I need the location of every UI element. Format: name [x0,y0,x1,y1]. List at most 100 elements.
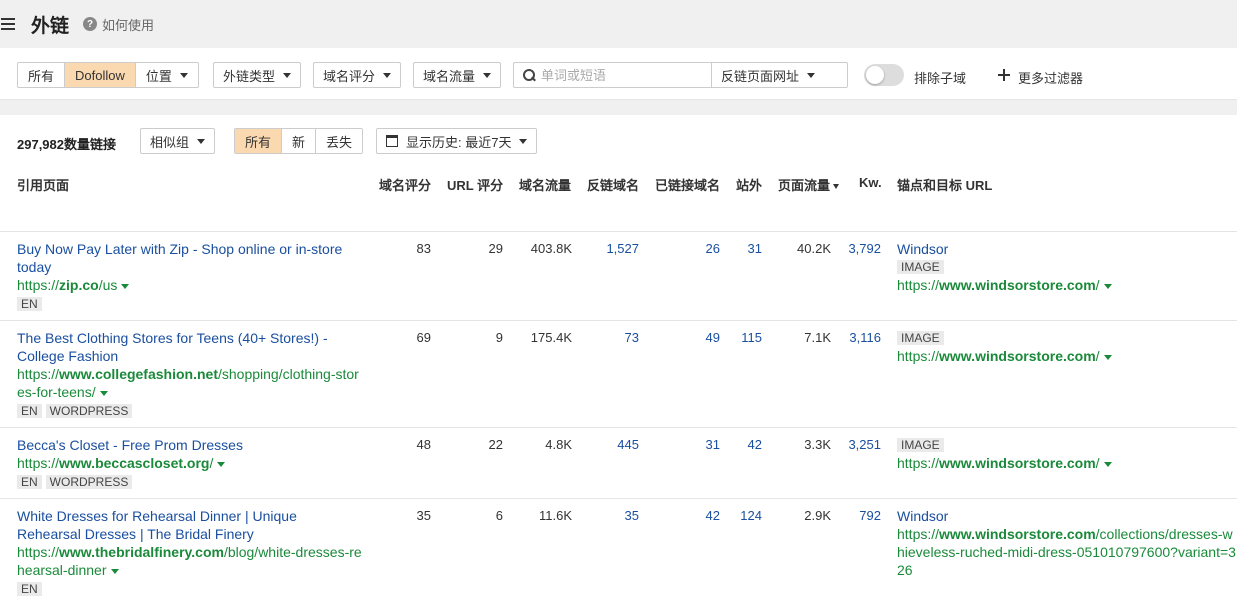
more-filters-button[interactable]: 更多过滤器 [1018,68,1083,87]
ur-value: 29 [488,241,503,256]
language-tag: EN [17,582,42,596]
kw-value[interactable]: 3,792 [840,240,881,258]
language-tag: EN [17,404,42,418]
ref-domains-value[interactable]: 1,527 [585,240,639,258]
url-domain: www.windsorstore.com [939,277,1096,293]
tab-state-lost[interactable]: 丢失 [316,129,363,153]
plus-icon[interactable] [998,69,1010,81]
domain-traffic-label: 域名流量 [423,68,476,84]
col-ur[interactable]: URL 评分 [447,175,503,194]
chevron-down-icon [283,72,292,78]
kw-value[interactable]: 3,251 [840,436,881,454]
chevron-down-icon[interactable] [121,283,130,289]
ur-value: 6 [495,508,503,523]
domain-traffic-value: 11.6K [538,508,572,523]
linked-domains-value[interactable]: 49 [660,329,720,347]
tab-state-all[interactable]: 所有 [235,129,283,153]
platform-tag: WORDPRESS [45,475,133,489]
col-domain-traffic[interactable]: 域名流量 [519,175,571,194]
ref-domains-value[interactable]: 35 [585,507,639,525]
target-url[interactable]: https://www.windsorstore.com/collections… [897,525,1237,579]
image-tag: IMAGE [897,260,944,274]
chevron-down-icon [179,72,188,78]
col-page-traffic[interactable]: 页面流量 [778,175,840,194]
domain-traffic-dropdown[interactable]: 域名流量 [413,62,502,88]
chevron-down-icon[interactable] [1103,461,1112,467]
ref-page-title[interactable]: Becca's Closet - Free Prom Dresses [17,436,362,454]
ref-page-cell: Becca's Closet - Free Prom Dresses https… [17,436,362,491]
ref-page-url[interactable]: https://www.collegefashion.net/shopping/… [17,365,362,401]
col-anchor[interactable]: 锚点和目标 URL [897,175,992,194]
url-domain: www.thebridalfinery.com [59,544,224,560]
linked-domains-value[interactable]: 31 [660,436,720,454]
dr-dropdown[interactable]: 域名评分 [313,62,402,88]
tab-dofollow[interactable]: Dofollow [65,63,136,87]
chevron-down-icon[interactable] [1103,283,1112,289]
page-traffic-value: 3.3K [804,437,831,452]
ref-page-title[interactable]: The Best Clothing Stores for Teens (40+ … [17,329,362,365]
help-link[interactable]: 如何使用 [102,15,154,34]
target-url[interactable]: https://www.windsorstore.com/ [897,276,1237,294]
col-linked-domains[interactable]: 已链接域名 [655,175,720,194]
col-ref-domains[interactable]: 反链域名 [587,175,639,194]
col-ext[interactable]: 站外 [736,175,762,194]
target-url[interactable]: https://www.windsorstore.com/ [897,347,1237,365]
search-input[interactable] [541,67,711,83]
hamburger-menu-icon[interactable] [1,18,15,30]
page-traffic-value: 7.1K [804,330,831,345]
chevron-down-icon[interactable] [217,461,226,467]
ext-value[interactable]: 124 [730,507,762,525]
position-dropdown[interactable]: 位置 [135,63,198,87]
language-tag: EN [17,475,42,489]
domain-traffic-value: 175.4K [530,330,572,345]
ref-page-cell: The Best Clothing Stores for Teens (40+ … [17,329,362,420]
history-dropdown[interactable]: 显示历史: 最近7天 [376,128,538,154]
exclude-subdomains-toggle[interactable] [864,64,904,86]
dr-value: 48 [416,437,431,452]
col-ref-page[interactable]: 引用页面 [17,175,69,194]
anchor-text: Windsor [897,241,949,257]
ref-page-url[interactable]: https://www.thebridalfinery.com/blog/whi… [17,543,362,579]
ref-domains-value[interactable]: 73 [585,329,639,347]
col-kw[interactable]: Kw. [859,175,882,190]
similar-group-label: 相似组 [150,134,190,150]
tab-all-links[interactable]: 所有 [18,63,66,87]
ref-page-cell: Buy Now Pay Later with Zip - Shop online… [17,240,362,313]
chevron-down-icon[interactable] [1103,354,1112,360]
backlink-type-dropdown[interactable]: 外链类型 [213,62,302,88]
ref-page-cell: White Dresses for Rehearsal Dinner | Uni… [17,507,362,598]
kw-value[interactable]: 3,116 [840,329,881,347]
dr-label: 域名评分 [323,68,376,84]
ref-page-title[interactable]: Buy Now Pay Later with Zip - Shop online… [17,240,362,276]
url-domain: www.windsorstore.com [939,455,1096,471]
exclude-subdomains-label: 排除子域 [914,71,967,86]
chevron-down-icon[interactable] [110,568,119,574]
linked-domains-value[interactable]: 42 [660,507,720,525]
ref-page-title[interactable]: White Dresses for Rehearsal Dinner | Uni… [17,507,362,543]
ext-value[interactable]: 42 [730,436,762,454]
image-tag: IMAGE [897,331,944,345]
position-label: 位置 [145,68,172,84]
ref-page-url[interactable]: https://zip.co/us [17,276,362,294]
chevron-down-icon[interactable] [99,390,108,396]
help-icon[interactable]: ? [83,17,98,31]
linked-domains-value[interactable]: 26 [660,240,720,258]
target-url[interactable]: https://www.windsorstore.com/ [897,454,1237,472]
image-tag: IMAGE [897,438,944,452]
kw-value[interactable]: 792 [840,507,881,525]
chevron-down-icon [383,72,392,78]
backlink-type-label: 外链类型 [223,68,276,84]
col-dr[interactable]: 域名评分 [379,175,431,194]
ext-value[interactable]: 115 [730,329,762,347]
ref-domains-value[interactable]: 445 [585,436,639,454]
row-divider [0,427,1237,428]
page-traffic-value: 40.2K [797,241,831,256]
similar-group-dropdown[interactable]: 相似组 [140,128,216,154]
search-mode-dropdown[interactable]: 反链页面网址 [711,63,824,87]
ext-value[interactable]: 31 [730,240,762,258]
ref-page-url[interactable]: https://www.beccascloset.org/ [17,454,362,472]
url-domain: www.collegefashion.net [59,366,218,382]
tab-state-new[interactable]: 新 [282,129,317,153]
url-path: / [1095,348,1100,364]
domain-traffic-value: 403.8K [530,241,572,256]
